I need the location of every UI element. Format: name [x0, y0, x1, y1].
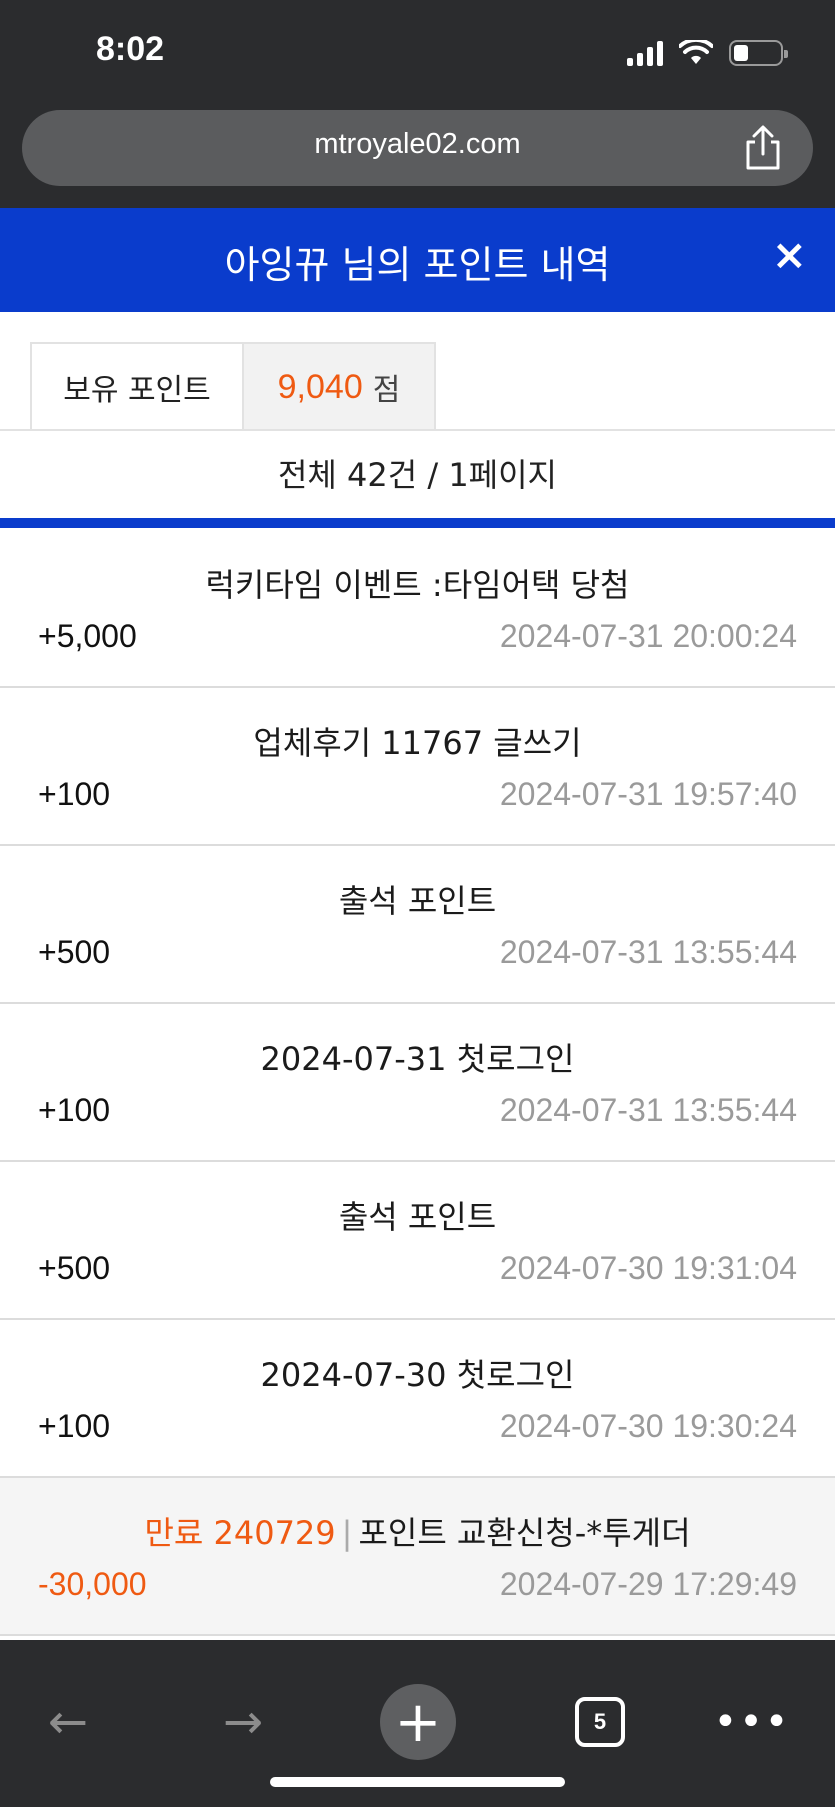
list-item: 업체후기 11767 글쓰기 +100 2024-07-31 19:57:40: [0, 688, 835, 846]
new-tab-plus-icon[interactable]: +: [380, 1684, 456, 1760]
close-button[interactable]: ×: [772, 230, 807, 279]
cellular-signal-icon: [627, 40, 663, 66]
list-item: 2024-07-31 첫로그인 +100 2024-07-31 13:55:44: [0, 1004, 835, 1162]
title-separator: |: [341, 1514, 353, 1552]
item-amount: +5,000: [38, 618, 137, 654]
item-amount: +100: [38, 776, 111, 812]
points-value: 9,040 점: [244, 344, 434, 430]
item-title: 럭키타임 이벤트 :타임어택 당첨: [205, 566, 630, 604]
item-title-text: 포인트 교환신청-*투게더: [358, 1514, 691, 1552]
status-time: 8:02: [96, 30, 165, 68]
forward-arrow-icon[interactable]: →: [205, 1684, 281, 1760]
back-arrow-icon[interactable]: ←: [30, 1684, 106, 1760]
expired-label: 만료 240729: [144, 1514, 336, 1552]
tab-count: 5: [575, 1697, 625, 1747]
home-indicator[interactable]: [270, 1777, 565, 1787]
item-title: 2024-07-31 첫로그인: [260, 1040, 575, 1078]
item-title: 만료 240729 | 포인트 교환신청-*투게더: [0, 1508, 835, 1554]
item-title: 출석 포인트: [338, 882, 497, 920]
list-item: 2024-07-30 첫로그인 +100 2024-07-30 19:30:24: [0, 1320, 835, 1478]
item-amount: +500: [38, 1250, 111, 1286]
item-amount: -30,000: [38, 1566, 147, 1602]
address-bar[interactable]: mtroyale02.com: [22, 110, 813, 186]
item-amount: +100: [38, 1408, 111, 1444]
page-title: 아잉뀨 님의 포인트 내역: [224, 243, 611, 287]
list-item: 출석 포인트 +500 2024-07-31 13:55:44: [0, 846, 835, 1004]
item-datetime: 2024-07-31 19:57:40: [499, 776, 797, 812]
item-datetime: 2024-07-31 13:55:44: [499, 934, 797, 970]
battery-icon: [729, 40, 788, 66]
list-item: 만료 240729 | 포인트 교환신청-*투게더 -30,000 2024-07-…: [0, 1478, 835, 1636]
more-dots-icon[interactable]: •••: [714, 1684, 790, 1760]
points-history-list: 럭키타임 이벤트 :타임어택 당첨 +5,000 2024-07-31 20:0…: [0, 530, 835, 1636]
url-text[interactable]: mtroyale02.com: [22, 128, 813, 161]
page-header: 아잉뀨 님의 포인트 내역 ×: [0, 208, 835, 312]
list-summary: 전체 42건 / 1페이지: [277, 456, 557, 494]
list-item: 출석 포인트 +500 2024-07-30 19:31:04: [0, 1162, 835, 1320]
points-number: 9,040: [277, 367, 363, 406]
item-title: 업체후기 11767 글쓰기: [253, 724, 582, 762]
share-icon[interactable]: [741, 124, 785, 172]
points-unit: 점: [372, 373, 401, 408]
browser-top-chrome: 8:02 mtroyale02.com: [0, 0, 835, 208]
item-datetime: 2024-07-31 20:00:24: [499, 618, 797, 654]
status-icons: [627, 40, 788, 66]
points-label: 보유 포인트: [32, 344, 244, 430]
points-tab-box: 보유 포인트 9,040 점: [30, 342, 436, 430]
item-title: 2024-07-30 첫로그인: [260, 1356, 575, 1394]
item-amount: +100: [38, 1092, 111, 1128]
item-title: 출석 포인트: [338, 1198, 497, 1236]
list-item: 럭키타임 이벤트 :타임어택 당첨 +5,000 2024-07-31 20:0…: [0, 530, 835, 688]
wifi-icon: [679, 40, 713, 64]
item-datetime: 2024-07-29 17:29:49: [499, 1566, 797, 1602]
item-datetime: 2024-07-30 19:30:24: [499, 1408, 797, 1444]
item-amount: +500: [38, 934, 111, 970]
item-datetime: 2024-07-30 19:31:04: [499, 1250, 797, 1286]
divider: [0, 518, 835, 528]
divider: [0, 429, 835, 431]
tabs-button[interactable]: 5: [562, 1684, 638, 1760]
item-datetime: 2024-07-31 13:55:44: [499, 1092, 797, 1128]
